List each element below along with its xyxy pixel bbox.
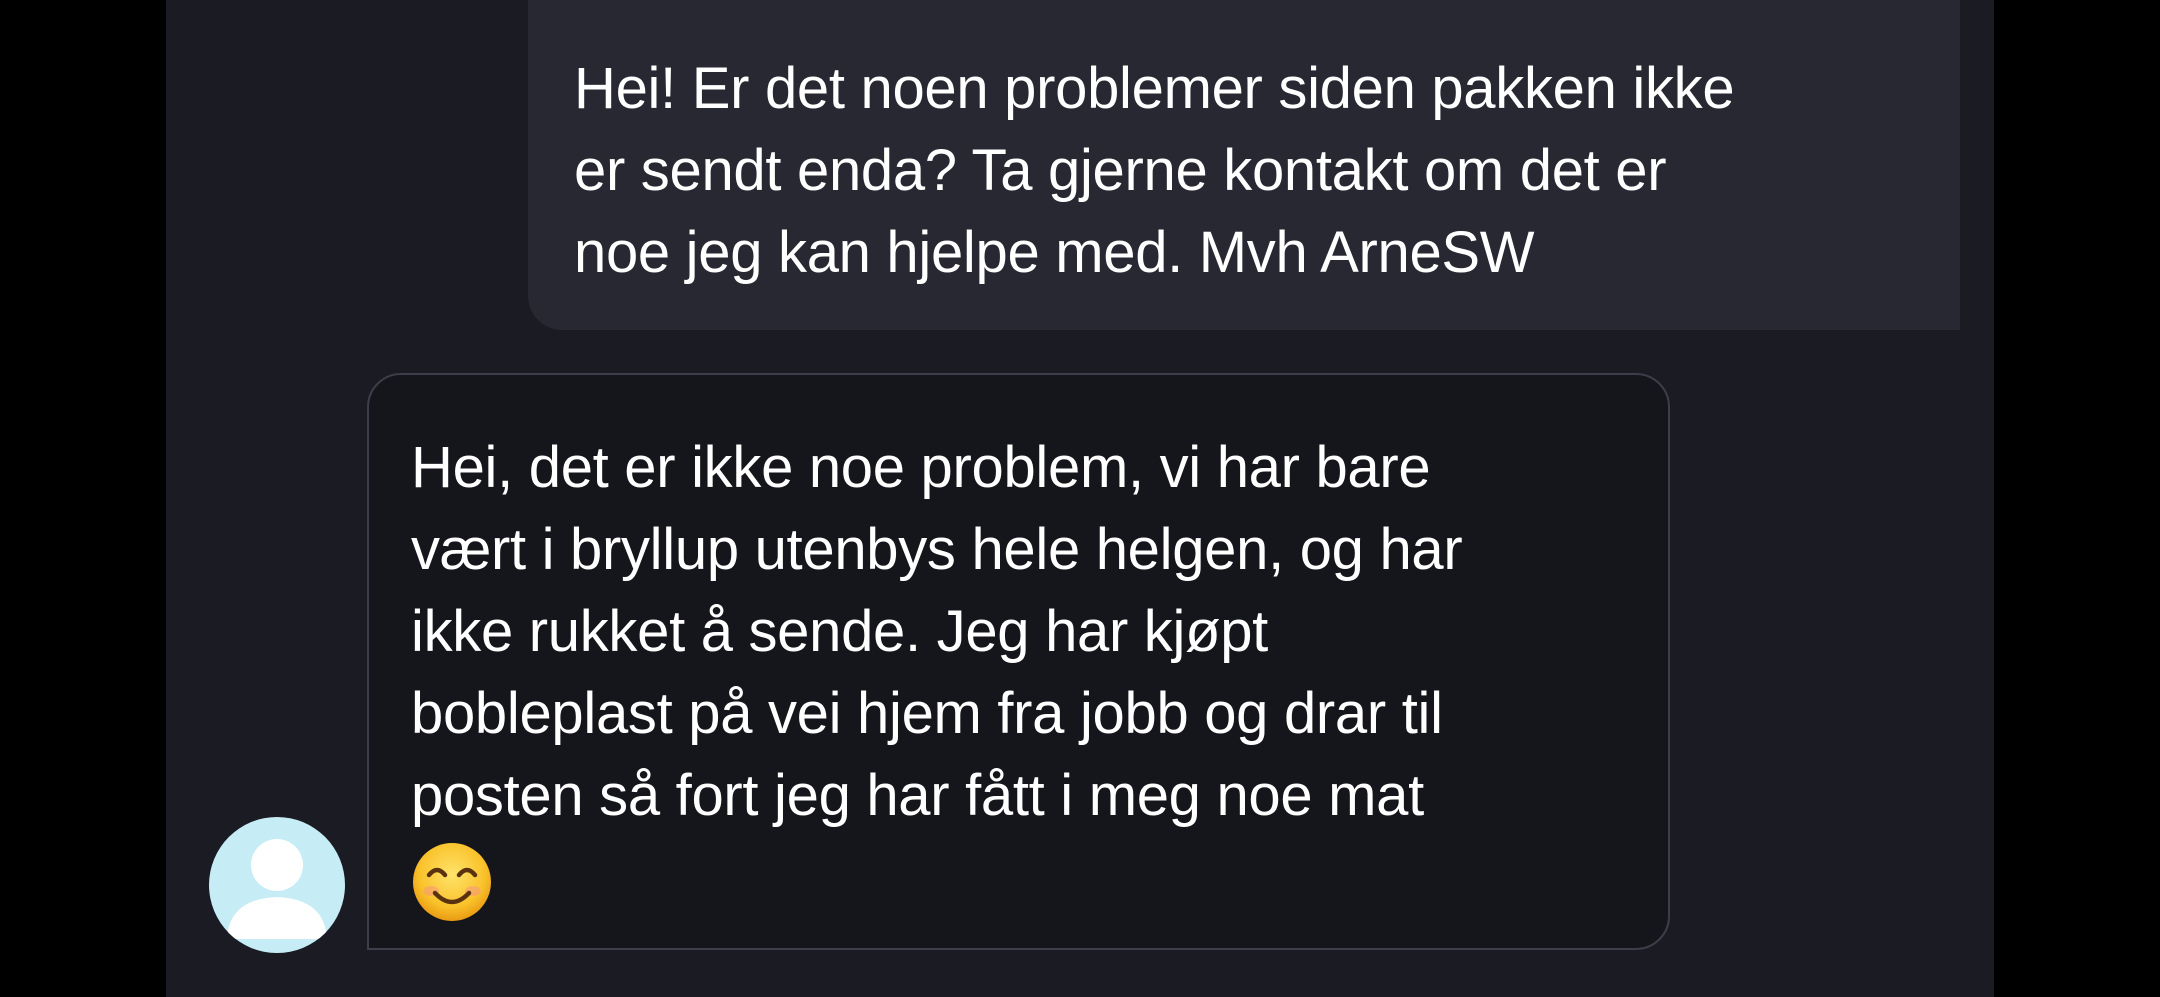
outgoing-message-text: Hei! Er det noen problemer siden pakken … bbox=[574, 56, 1735, 285]
incoming-message-bubble[interactable]: Hei, det er ikke noe problem, vi har bar… bbox=[367, 373, 1670, 950]
chat-screen: Hei! Er det noen problemer siden pakken … bbox=[166, 0, 1994, 997]
user-avatar-icon[interactable] bbox=[209, 817, 345, 953]
incoming-message-text: Hei, det er ikke noe problem, vi har bar… bbox=[411, 435, 1463, 828]
outgoing-message-bubble[interactable]: Hei! Er det noen problemer siden pakken … bbox=[528, 0, 1960, 330]
smiling-face-emoji-icon bbox=[411, 841, 493, 923]
